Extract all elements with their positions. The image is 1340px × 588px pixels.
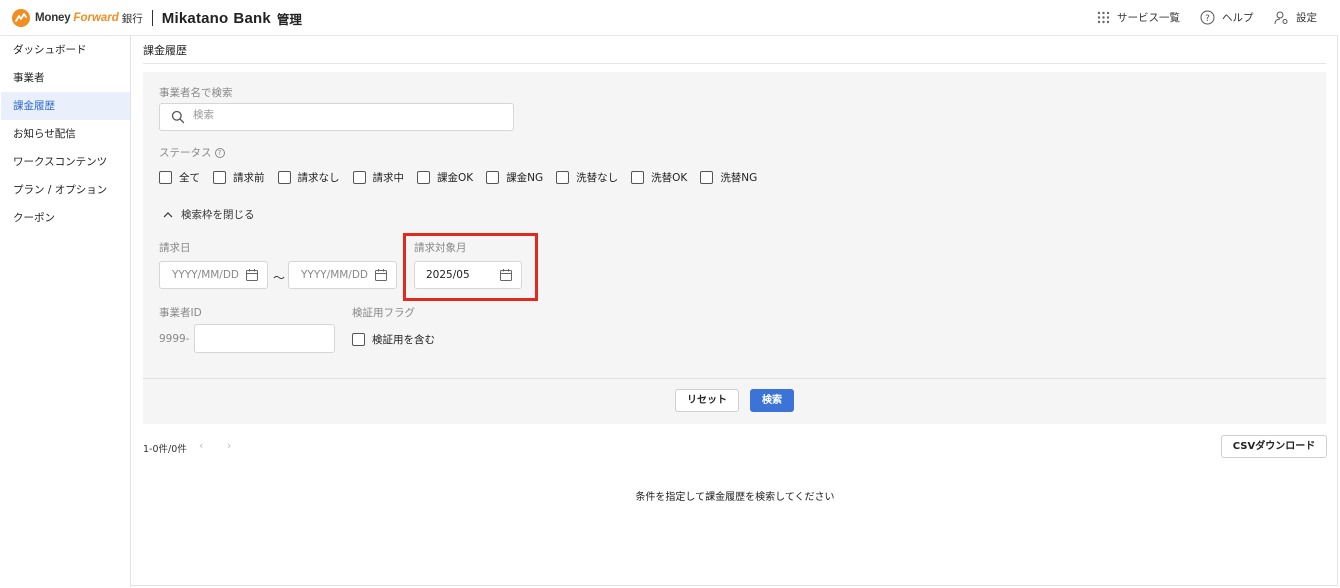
sidebar-item-notifications[interactable]: お知らせ配信 bbox=[1, 120, 130, 148]
checkbox[interactable] bbox=[352, 171, 366, 184]
search-label: 事業者名で検索 bbox=[159, 87, 233, 99]
date-to-placeholder: YYYY/MM/DD bbox=[301, 269, 369, 281]
brand-forward: Forward bbox=[73, 12, 119, 24]
help-menu[interactable]: ? ヘルプ bbox=[1200, 10, 1254, 25]
status-option-label: 課金OK bbox=[437, 172, 474, 184]
status-option-rewash-ng[interactable]: 洗替NG bbox=[700, 170, 757, 185]
status-label: ステータス bbox=[159, 147, 212, 159]
business-id-prefix: 9999- bbox=[159, 333, 190, 345]
logo[interactable]: Money Forward 銀行 Mikatano Bank 管理 bbox=[12, 8, 302, 28]
status-option-charge-ng[interactable]: 課金NG bbox=[486, 170, 543, 185]
sidebar: ダッシュボード 事業者 課金履歴 お知らせ配信 ワークスコンテンツ プラン / … bbox=[1, 36, 131, 587]
checkbox[interactable] bbox=[213, 171, 226, 184]
checkbox[interactable] bbox=[556, 171, 570, 184]
search-input[interactable] bbox=[193, 109, 493, 121]
calendar-icon[interactable] bbox=[245, 268, 259, 285]
grid-icon bbox=[1097, 11, 1110, 24]
status-option-charge-ok[interactable]: 課金OK bbox=[417, 170, 473, 185]
reset-button[interactable]: リセット bbox=[675, 389, 739, 412]
status-label-wrap: ステータス? bbox=[159, 145, 225, 160]
status-option-label: 課金NG bbox=[506, 172, 544, 184]
status-option-label: 請求中 bbox=[372, 172, 405, 184]
page-title: 課金履歴 bbox=[143, 44, 187, 57]
sidebar-item-billing-history[interactable]: 課金履歴 bbox=[1, 92, 130, 120]
checkbox[interactable] bbox=[631, 171, 645, 184]
checkbox[interactable] bbox=[352, 333, 365, 346]
product-name-bank: Bank bbox=[233, 9, 271, 27]
business-id-input[interactable] bbox=[194, 324, 335, 353]
search-field[interactable] bbox=[159, 103, 514, 131]
status-option-billing[interactable]: 請求中 bbox=[352, 170, 405, 185]
sidebar-item-plans-options[interactable]: プラン / オプション bbox=[1, 176, 130, 204]
collapse-search-toggle[interactable]: 検索枠を閉じる bbox=[163, 207, 255, 222]
brand-bank: 銀行 bbox=[121, 12, 143, 25]
empty-state-message: 条件を指定して課金履歴を検索してください bbox=[635, 492, 835, 503]
prev-page-button[interactable]: ‹ bbox=[199, 439, 203, 452]
calendar-icon[interactable] bbox=[374, 268, 388, 285]
search-button[interactable]: 検索 bbox=[750, 389, 794, 412]
status-option-before-billing[interactable]: 請求前 bbox=[213, 170, 265, 185]
status-checkboxes: 全て 請求前 請求なし 請求中 課金OK 課金NG 洗替なし 洗替OK 洗替NG bbox=[159, 170, 770, 185]
settings-menu[interactable]: 設定 bbox=[1274, 10, 1317, 25]
checkbox[interactable] bbox=[277, 171, 291, 184]
billing-date-from[interactable]: YYYY/MM/DD bbox=[159, 261, 268, 289]
services-label: サービス一覧 bbox=[1117, 12, 1180, 24]
status-option-no-billing[interactable]: 請求なし bbox=[277, 170, 340, 185]
status-option-rewash-ok[interactable]: 洗替OK bbox=[631, 170, 687, 185]
date-from-placeholder: YYYY/MM/DD bbox=[172, 269, 240, 281]
help-icon: ? bbox=[1200, 10, 1215, 25]
status-option-label: 洗替OK bbox=[651, 172, 688, 184]
checkbox[interactable] bbox=[159, 171, 172, 184]
billing-date-label: 請求日 bbox=[159, 242, 191, 254]
status-option-label: 洗替NG bbox=[720, 172, 758, 184]
svg-text:?: ? bbox=[1205, 14, 1210, 24]
business-id-label: 事業者ID bbox=[159, 307, 202, 319]
product-sub: 管理 bbox=[276, 11, 302, 27]
checkbox[interactable] bbox=[417, 171, 430, 184]
sidebar-item-dashboard[interactable]: ダッシュボード bbox=[1, 36, 130, 64]
divider bbox=[143, 378, 1326, 379]
top-header: Money Forward 銀行 Mikatano Bank 管理 サービス一覧… bbox=[0, 0, 1338, 36]
checkbox[interactable] bbox=[700, 171, 714, 184]
sidebar-item-works-contents[interactable]: ワークスコンテンツ bbox=[1, 148, 130, 176]
verify-flag-checkbox[interactable]: 検証用を含む bbox=[352, 332, 435, 347]
verify-flag-label: 検証用フラグ bbox=[352, 307, 415, 319]
status-option-all[interactable]: 全て bbox=[159, 170, 200, 185]
csv-download-button[interactable]: CSVダウンロード bbox=[1221, 435, 1327, 458]
settings-label: 設定 bbox=[1296, 12, 1317, 24]
status-help-icon[interactable]: ? bbox=[214, 148, 225, 158]
status-option-label: 全て bbox=[179, 172, 200, 184]
money-forward-logo-icon bbox=[12, 9, 30, 27]
checkbox[interactable] bbox=[486, 171, 500, 184]
services-menu[interactable]: サービス一覧 bbox=[1097, 10, 1180, 25]
status-option-rewash-none[interactable]: 洗替なし bbox=[556, 170, 618, 185]
next-page-button[interactable]: › bbox=[227, 439, 231, 452]
search-icon bbox=[171, 110, 185, 127]
help-label: ヘルプ bbox=[1222, 12, 1254, 24]
highlight-box bbox=[403, 233, 538, 301]
sidebar-item-coupons[interactable]: クーポン bbox=[1, 204, 130, 232]
status-option-label: 請求前 bbox=[233, 172, 265, 184]
status-option-label: 洗替なし bbox=[576, 172, 619, 184]
date-range-separator: 〜 bbox=[273, 271, 286, 285]
product-name: Mikatano bbox=[161, 9, 229, 27]
sidebar-item-businesses[interactable]: 事業者 bbox=[1, 64, 130, 92]
status-option-label: 請求なし bbox=[297, 172, 340, 184]
divider bbox=[143, 63, 1326, 64]
logo-divider bbox=[151, 10, 153, 26]
result-count: 1-0件/0件 bbox=[143, 444, 187, 455]
billing-date-to[interactable]: YYYY/MM/DD bbox=[288, 261, 397, 289]
brand-money: Money bbox=[35, 12, 71, 24]
chevron-up-icon bbox=[163, 212, 173, 218]
collapse-label: 検索枠を閉じる bbox=[181, 209, 255, 221]
search-panel: 事業者名で検索 ステータス? 全て 請求前 請求なし 請求中 課金OK 課金NG… bbox=[143, 72, 1326, 424]
verify-flag-option-label: 検証用を含む bbox=[372, 334, 435, 346]
user-settings-icon bbox=[1274, 11, 1289, 25]
